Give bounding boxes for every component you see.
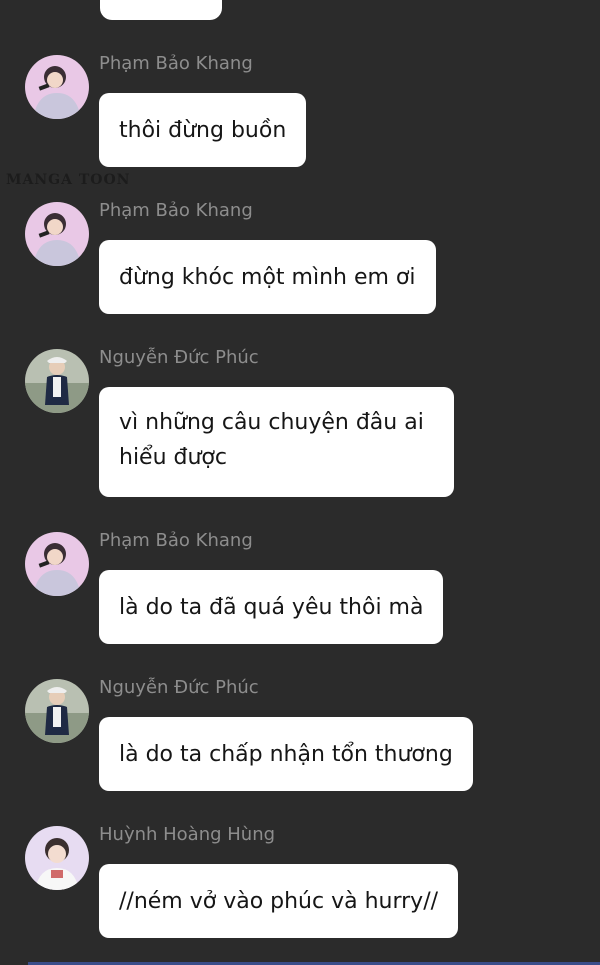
watermark: MANGA TOON — [6, 172, 131, 188]
sender-name: Nguyễn Đức Phúc — [99, 677, 259, 698]
sender-name: Phạm Bảo Khang — [99, 530, 253, 551]
avatar[interactable] — [25, 349, 89, 413]
sender-name: Phạm Bảo Khang — [99, 53, 253, 74]
avatar[interactable] — [25, 826, 89, 890]
avatar[interactable] — [25, 202, 89, 266]
message-bubble[interactable]: là do ta đã quá yêu thôi mà — [99, 570, 444, 644]
message-bubble[interactable]: vì những câu chuyện đâu ai hiểu được — [99, 387, 454, 497]
sender-name: Nguyễn Đức Phúc — [99, 347, 259, 368]
message-bubble[interactable]: //ném vở vào phúc và hurry// — [99, 864, 459, 938]
sender-name: Phạm Bảo Khang — [99, 200, 253, 221]
avatar[interactable] — [25, 55, 89, 119]
sender-name: Huỳnh Hoàng Hùng — [99, 824, 276, 845]
avatar[interactable] — [25, 679, 89, 743]
previous-message-bubble — [100, 0, 222, 20]
message-bubble[interactable]: thôi đừng buồn — [99, 93, 307, 167]
avatar[interactable] — [25, 532, 89, 596]
message-bubble[interactable]: là do ta chấp nhận tổn thương — [99, 717, 473, 791]
message-bubble[interactable]: đừng khóc một mình em ơi — [99, 240, 436, 314]
